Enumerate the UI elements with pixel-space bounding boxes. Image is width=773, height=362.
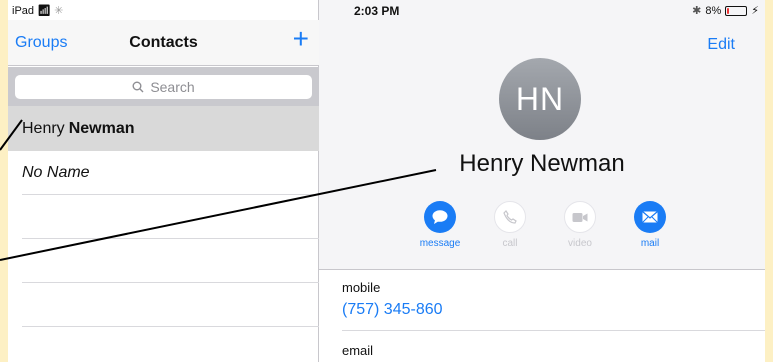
list-item bbox=[22, 195, 319, 239]
status-time: 2:03 PM bbox=[354, 4, 400, 18]
contact-name: Henry Newman bbox=[459, 150, 625, 177]
video-icon bbox=[572, 212, 588, 222]
battery-percent: 8% bbox=[705, 4, 722, 17]
search-input[interactable]: Search bbox=[15, 75, 312, 99]
add-contact-button[interactable]: + bbox=[293, 24, 309, 54]
ipad-screen: Groups Contacts + Search Henry Newman No… bbox=[8, 0, 765, 362]
divider bbox=[342, 330, 765, 331]
phone-icon bbox=[503, 210, 517, 224]
action-buttons: message call video mail bbox=[415, 201, 675, 249]
contact-row-no-name[interactable]: No Name bbox=[22, 151, 319, 195]
contact-detail-pane: Edit HN Henry Newman message call video … bbox=[319, 0, 765, 362]
avatar: HN bbox=[499, 58, 581, 140]
search-placeholder: Search bbox=[150, 79, 195, 95]
video-label: video bbox=[568, 238, 592, 249]
call-label: call bbox=[502, 238, 518, 249]
status-bar: iPad 📶︎ ✳ 2:03 PM ✱ 8% ⚡︎ bbox=[8, 0, 765, 20]
contact-list: Henry Newman No Name bbox=[8, 106, 319, 327]
list-item bbox=[22, 283, 319, 327]
email-field: email bbox=[342, 343, 755, 358]
contact-header: Edit HN Henry Newman message call video … bbox=[319, 0, 765, 270]
contact-label: No Name bbox=[22, 163, 90, 181]
message-label: message bbox=[419, 238, 461, 249]
search-icon bbox=[132, 81, 144, 93]
video-button[interactable]: video bbox=[555, 201, 605, 249]
status-right: ✱ 8% ⚡︎ bbox=[692, 4, 759, 18]
search-bar-container: Search bbox=[8, 67, 319, 106]
status-left: iPad 📶︎ ✳ bbox=[12, 4, 63, 17]
bluetooth-icon: ✱ bbox=[692, 5, 702, 17]
mail-label: mail bbox=[640, 238, 660, 249]
list-item bbox=[22, 239, 319, 283]
message-icon bbox=[432, 210, 448, 224]
device-label: iPad bbox=[12, 5, 35, 17]
battery-icon bbox=[725, 5, 748, 16]
contact-last-name: Newman bbox=[68, 119, 135, 137]
message-button[interactable]: message bbox=[415, 201, 465, 249]
contact-row-henry-newman[interactable]: Henry Newman bbox=[8, 106, 319, 151]
contacts-list-pane: Groups Contacts + Search Henry Newman No… bbox=[8, 0, 319, 362]
wifi-icon: 📶︎ bbox=[37, 5, 52, 17]
mail-button[interactable]: mail bbox=[625, 201, 675, 249]
call-button[interactable]: call bbox=[485, 201, 535, 249]
contact-first-name: Henry bbox=[22, 119, 65, 137]
email-label: email bbox=[342, 343, 374, 358]
contacts-nav-bar: Groups Contacts + bbox=[8, 20, 319, 66]
activity-icon: ✳ bbox=[54, 5, 64, 17]
contacts-title: Contacts bbox=[129, 34, 198, 51]
mobile-field: mobile (757) 345-860 bbox=[342, 280, 755, 319]
mail-icon bbox=[642, 211, 658, 223]
mobile-label: mobile bbox=[342, 280, 381, 295]
edit-button[interactable]: Edit bbox=[707, 36, 735, 54]
mobile-number-link[interactable]: (757) 345-860 bbox=[342, 301, 755, 319]
charging-icon: ⚡︎ bbox=[751, 5, 759, 17]
